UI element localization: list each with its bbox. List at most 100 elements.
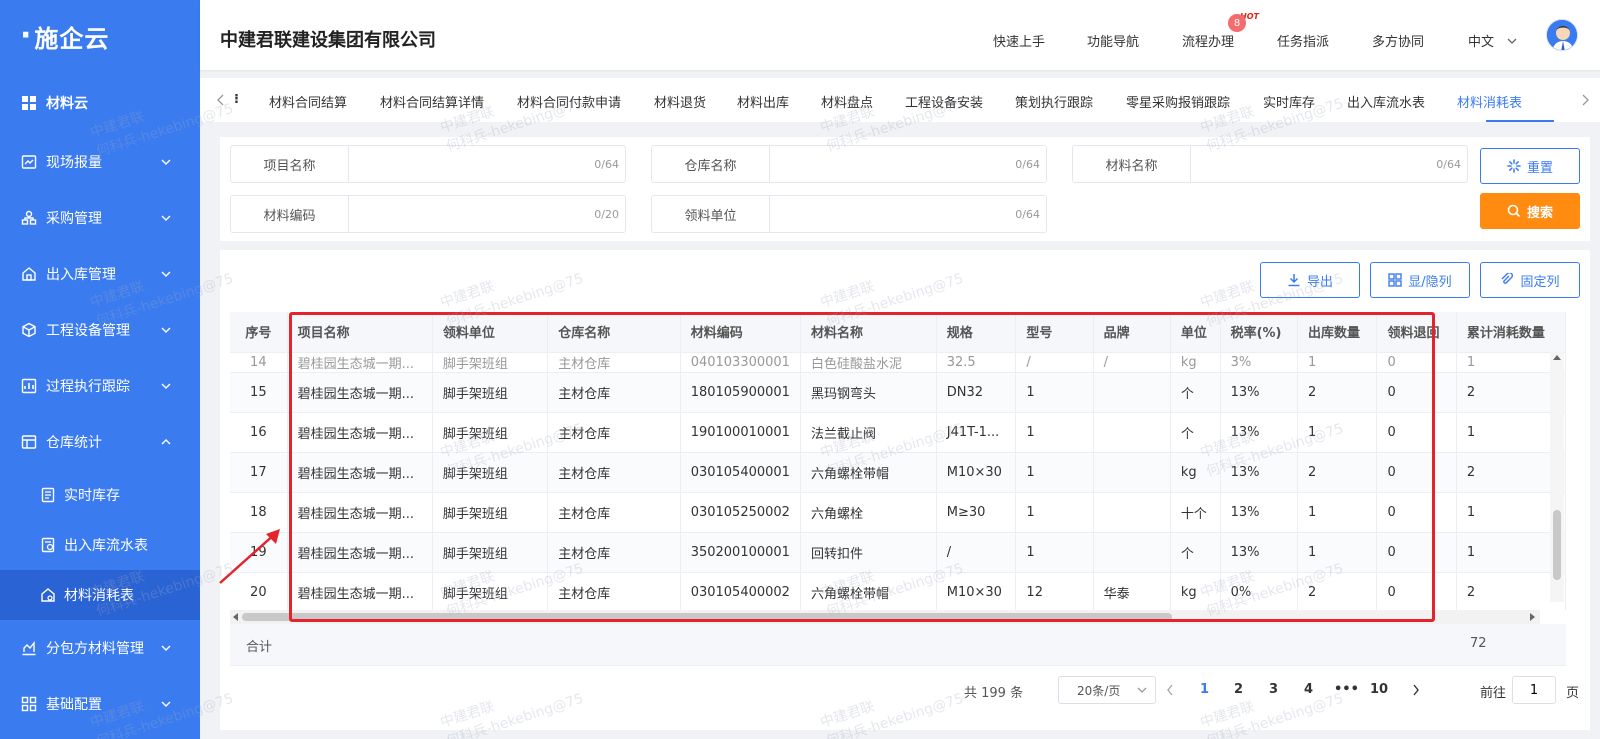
table-cell: J41T-1... (936, 412, 1017, 453)
table-cell: 黑玛钢弯头 (800, 372, 937, 413)
chevron-down-icon (1507, 38, 1517, 44)
table-cell: 350200100001 (680, 532, 801, 573)
table-cell: 180105900001 (680, 372, 801, 413)
scroll-up-icon[interactable] (1553, 354, 1561, 360)
tab-petty-purchase-tracking[interactable]: 零星采购报销跟踪 (1126, 92, 1230, 111)
page-3[interactable]: 3 (1269, 682, 1278, 697)
requisition-unit-input[interactable] (770, 196, 1046, 232)
tab-more-icon[interactable]: ⁝ (234, 92, 239, 107)
sidebar-item-site-report[interactable]: 现场报量 (0, 134, 200, 190)
table-row[interactable]: 18 碧桂园生态城一期... 脚手架班组 主材仓库 030105250002 六角螺栓 M≥… (230, 492, 1566, 533)
table-cell: 主材仓库 (547, 492, 681, 533)
table-cell: 脚手架班组 (432, 572, 549, 610)
sidebar-item-basic-config[interactable]: 基础配置 (0, 676, 200, 732)
page-1[interactable]: 1 (1200, 682, 1209, 697)
next-page-icon[interactable] (1412, 684, 1420, 696)
page-size-value: 20条/页 (1077, 683, 1121, 698)
export-button[interactable]: 导出 (1260, 262, 1360, 298)
table-row[interactable]: 16 碧桂园生态城一期... 脚手架班组 主材仓库 190100010001 法兰截止阀 J… (230, 412, 1566, 453)
process-handling-link[interactable]: 流程办理 (1182, 31, 1234, 50)
sidebar-item-label: 仓库统计 (46, 435, 102, 451)
reset-button[interactable]: 重置 (1480, 148, 1580, 184)
sidebar-item-label: 采购管理 (46, 211, 102, 227)
horizontal-scrollbar[interactable] (230, 610, 1540, 624)
tab-realtime-stock[interactable]: 实时库存 (1263, 92, 1315, 111)
table-cell: 华泰 (1093, 572, 1171, 610)
search-button[interactable]: 搜索 (1480, 193, 1580, 229)
sidebar-item-material-consumption[interactable]: 材料消耗表 (0, 570, 200, 620)
quick-start-link[interactable]: 快速上手 (993, 31, 1045, 50)
tab-contract-payment[interactable]: 材料合同付款申请 (517, 92, 621, 111)
page-10[interactable]: 10 (1370, 682, 1388, 697)
search-label: 搜索 (1526, 205, 1553, 221)
sidebar-item-process-tracking[interactable]: 过程执行跟踪 (0, 358, 200, 414)
prev-page-icon[interactable] (1166, 684, 1174, 696)
page-2[interactable]: 2 (1234, 682, 1243, 697)
annotation-arrow-icon (219, 529, 280, 584)
chevron-down-icon (161, 645, 171, 651)
table-row-partial[interactable]: 14 碧桂园生态城一期... 脚手架班组 主材仓库 040103300001 白色硅酸盐水… (230, 352, 1566, 373)
table-cell: 十个 (1170, 492, 1221, 533)
scroll-right-icon[interactable] (1530, 613, 1536, 621)
table-cell: 2 (1297, 572, 1378, 610)
col-header: 序号 (230, 312, 288, 353)
sidebar-item-warehouse-stats[interactable]: 仓库统计 (0, 414, 200, 470)
sidebar-item-procurement[interactable]: 采购管理 (0, 190, 200, 246)
tab-bar: ⁝ 材料合同结算 材料合同结算详情 材料合同付款申请 材料退货 材料出库 材料盘… (200, 78, 1600, 122)
table-cell: 六角螺栓 (800, 492, 937, 533)
warehouse-name-input[interactable] (770, 146, 1046, 182)
language-selector[interactable]: 中文 (1468, 31, 1518, 50)
vertical-scroll-thumb[interactable] (1553, 510, 1561, 580)
table-cell: 脚手架班组 (432, 352, 549, 373)
horizontal-scroll-thumb[interactable] (242, 613, 1172, 621)
function-nav-link[interactable]: 功能导航 (1087, 31, 1139, 50)
goto-page-input[interactable] (1512, 676, 1556, 704)
tab-material-return[interactable]: 材料退货 (654, 92, 706, 111)
tab-equipment-install[interactable]: 工程设备安装 (905, 92, 983, 111)
table-cell: 脚手架班组 (432, 492, 549, 533)
material-name-input[interactable] (1191, 146, 1467, 182)
sidebar-item-inout-management[interactable]: 出入库管理 (0, 246, 200, 302)
table-row[interactable]: 19 碧桂园生态城一期... 脚手架班组 主材仓库 350200100001 回转扣件/1… (230, 532, 1566, 573)
tab-material-consumption[interactable]: 材料消耗表 (1457, 92, 1522, 111)
tab-material-outbound[interactable]: 材料出库 (737, 92, 789, 111)
table-cell: 1 (1015, 452, 1094, 493)
collaboration-link[interactable]: 多方协同 (1372, 31, 1424, 50)
sidebar-item-inout-ledger[interactable]: 出入库流水表 (0, 520, 200, 570)
tab-scroll-right-icon[interactable] (1580, 94, 1590, 106)
tab-contract-settlement-detail[interactable]: 材料合同结算详情 (380, 92, 484, 111)
table-cell: / (936, 532, 1017, 573)
tab-scroll-left-icon[interactable] (216, 94, 226, 106)
task-assign-link[interactable]: 任务指派 (1277, 31, 1329, 50)
table-cell: 主材仓库 (547, 412, 681, 453)
sidebar-item-realtime-stock[interactable]: 实时库存 (0, 470, 200, 520)
user-avatar[interactable] (1546, 19, 1578, 51)
pin-columns-button[interactable]: 固定列 (1480, 262, 1580, 298)
tab-material-inventory-check[interactable]: 材料盘点 (821, 92, 873, 111)
table-row[interactable]: 17 碧桂园生态城一期... 脚手架班组 主材仓库 030105400001 六角螺栓带帽… (230, 452, 1566, 493)
material-code-input[interactable] (349, 196, 625, 232)
chevron-down-icon (1137, 687, 1147, 693)
page-4[interactable]: 4 (1304, 682, 1313, 697)
tab-plan-tracking[interactable]: 策划执行跟踪 (1015, 92, 1093, 111)
sidebar-item-subcontractor-material[interactable]: 分包方材料管理 (0, 620, 200, 676)
toggle-columns-button[interactable]: 显/隐列 (1370, 262, 1470, 298)
tab-inout-ledger[interactable]: 出入库流水表 (1347, 92, 1425, 111)
sidebar-item-label: 材料云 (46, 96, 88, 112)
table-cell: 脚手架班组 (432, 452, 549, 493)
table-row[interactable]: 20 碧桂园生态城一期... 脚手架班组 主材仓库 030105400002 六角螺栓带帽… (230, 572, 1566, 610)
project-name-input[interactable] (349, 146, 625, 182)
sidebar-item-equipment[interactable]: 工程设备管理 (0, 302, 200, 358)
page-ellipsis[interactable]: ••• (1334, 682, 1359, 697)
vertical-scrollbar[interactable] (1550, 352, 1564, 602)
scroll-left-icon[interactable] (232, 613, 238, 621)
chevron-down-icon (161, 215, 171, 221)
table-cell: 13% (1220, 412, 1299, 453)
sidebar-item-material-cloud[interactable]: 材料云 (0, 72, 200, 134)
table-cell: 030105400002 (680, 572, 801, 610)
reset-label: 重置 (1526, 160, 1553, 176)
page-size-select[interactable]: 20条/页 (1058, 676, 1156, 704)
tab-contract-settlement[interactable]: 材料合同结算 (269, 92, 347, 111)
table-row[interactable]: 15 碧桂园生态城一期... 脚手架班组 主材仓库 180105900001 黑玛钢弯头 D… (230, 372, 1566, 413)
logo: · 施企云 (20, 18, 110, 53)
